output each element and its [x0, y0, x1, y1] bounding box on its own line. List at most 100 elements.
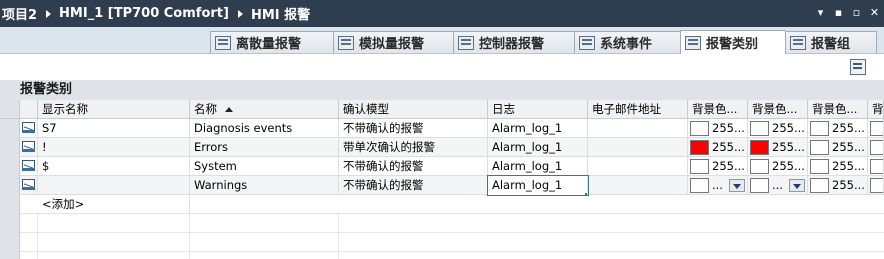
- header-corner[interactable]: [0, 100, 20, 119]
- system-event-icon: [579, 35, 595, 50]
- tab-label: 模拟量报警: [359, 37, 425, 52]
- color-value: 255...: [712, 140, 745, 154]
- tab-label: 离散量报警: [236, 37, 302, 52]
- tab-alarm-classes[interactable]: 报警类别: [680, 30, 786, 54]
- column-header-bg-color-4[interactable]: 背: [868, 100, 884, 119]
- breadcrumb-editor[interactable]: HMI 报警: [251, 4, 310, 23]
- column-divider: [189, 214, 190, 259]
- tab-strip: 离散量报警 模拟量报警 控制器报警 系统事件 报警类别 报警组: [0, 27, 884, 54]
- cell-bg-color-4[interactable]: [868, 119, 884, 138]
- table-row[interactable]: ! Errors 带单次确认的报警 Alarm_log_1 255... 255…: [0, 138, 884, 157]
- color-swatch: [810, 178, 829, 193]
- cell-email[interactable]: [588, 176, 688, 195]
- cell-ack-model[interactable]: 不带确认的报警: [339, 157, 488, 176]
- color-swatch: [750, 140, 769, 155]
- cell-log[interactable]: Alarm_log_1: [488, 138, 588, 157]
- cell-name[interactable]: System: [190, 157, 339, 176]
- table-row[interactable]: Warnings 不带确认的报警 Alarm_log_1 ... ... 255…: [0, 175, 884, 196]
- color-swatch: [870, 159, 883, 174]
- cell-bg-color-3[interactable]: 255...: [808, 176, 868, 195]
- cell-bg-color-3[interactable]: 255...: [808, 119, 868, 138]
- cell-bg-color-4[interactable]: [868, 176, 884, 195]
- sort-ascending-icon: [225, 107, 233, 112]
- cell-name[interactable]: Warnings: [190, 176, 339, 195]
- menu-down-icon[interactable]: ▾: [813, 5, 828, 20]
- cell-bg-color-1[interactable]: 255...: [688, 157, 748, 176]
- tab-controller-alarms[interactable]: 控制器报警: [453, 31, 575, 53]
- cell-log[interactable]: Alarm_log_1: [488, 157, 588, 176]
- table-settings-icon[interactable]: [850, 59, 866, 75]
- breadcrumb-project[interactable]: 项目2: [2, 4, 37, 23]
- cell-bg-color-3[interactable]: 255...: [808, 157, 868, 176]
- color-swatch: [870, 178, 883, 193]
- close-icon[interactable]: ✕: [867, 5, 882, 20]
- row-header[interactable]: [0, 119, 20, 138]
- cell-bg-color-2[interactable]: ...: [748, 176, 808, 195]
- row-header[interactable]: [0, 157, 20, 176]
- row-header[interactable]: [0, 195, 20, 214]
- row-header[interactable]: [0, 138, 20, 157]
- cell-email[interactable]: [588, 157, 688, 176]
- cell-log[interactable]: Alarm_log_1: [488, 119, 588, 138]
- cell-bg-color-1[interactable]: ...: [688, 176, 748, 195]
- minimize-icon[interactable]: ▪: [831, 5, 846, 20]
- row-header: [0, 233, 20, 252]
- cell-bg-color-1[interactable]: 255...: [688, 119, 748, 138]
- cell-display-name[interactable]: [38, 176, 190, 195]
- dropdown-arrow-icon[interactable]: [789, 179, 805, 192]
- row-icon-cell: [20, 176, 38, 195]
- alarm-group-icon: [790, 35, 806, 50]
- tab-analog-alarms[interactable]: 模拟量报警: [333, 31, 454, 53]
- column-header-bg-color-2[interactable]: 背景色...: [748, 100, 808, 119]
- column-header-ack-model[interactable]: 确认模型: [339, 100, 488, 119]
- cell-bg-color-4[interactable]: [868, 138, 884, 157]
- cell-ack-model[interactable]: 不带确认的报警: [339, 119, 488, 138]
- empty-row: [0, 233, 884, 252]
- breadcrumb-device[interactable]: HMI_1 [TP700 Comfort]: [59, 6, 229, 21]
- column-header-log[interactable]: 日志: [488, 100, 588, 119]
- cell-display-name[interactable]: !: [38, 138, 190, 157]
- alarm-class-icon: [22, 122, 35, 133]
- tab-label: 控制器报警: [479, 37, 545, 52]
- cell-display-name[interactable]: S7: [38, 119, 190, 138]
- cell-ack-model[interactable]: 不带确认的报警: [339, 176, 488, 195]
- cell-bg-color-4[interactable]: [868, 157, 884, 176]
- cell-display-name[interactable]: $: [38, 157, 190, 176]
- cell-bg-color-2[interactable]: 255...: [748, 119, 808, 138]
- cell-bg-color-1[interactable]: 255...: [688, 138, 748, 157]
- column-header-bg-color-1[interactable]: 背景色...: [688, 100, 748, 119]
- dropdown-arrow-icon[interactable]: [729, 179, 745, 192]
- color-value: 255...: [712, 159, 745, 173]
- table-row[interactable]: $ System 不带确认的报警 Alarm_log_1 255... 255.…: [0, 157, 884, 176]
- table-row[interactable]: S7 Diagnosis events 不带确认的报警 Alarm_log_1 …: [0, 119, 884, 138]
- cell-bg-color-3[interactable]: 255...: [808, 138, 868, 157]
- row-header[interactable]: [0, 176, 20, 195]
- tab-alarm-groups[interactable]: 报警组: [785, 31, 877, 53]
- tab-system-events[interactable]: 系统事件: [574, 31, 681, 53]
- row-icon-cell: [20, 157, 38, 176]
- row-icon-cell: [20, 119, 38, 138]
- cell-log-selected[interactable]: Alarm_log_1: [487, 175, 589, 196]
- color-swatch: [690, 140, 709, 155]
- color-swatch: [690, 178, 709, 193]
- empty-row: [0, 252, 884, 259]
- cell-email[interactable]: [588, 119, 688, 138]
- restore-icon[interactable]: ▫: [849, 5, 864, 20]
- cell-name[interactable]: Errors: [190, 138, 339, 157]
- tab-discrete-alarms[interactable]: 离散量报警: [210, 31, 334, 53]
- color-value: ...: [712, 178, 723, 192]
- cell-email[interactable]: [588, 138, 688, 157]
- column-header-display-name[interactable]: 显示名称: [38, 100, 190, 119]
- add-row[interactable]: <添加>: [0, 195, 884, 214]
- cell-bg-color-2[interactable]: 255...: [748, 138, 808, 157]
- color-swatch: [870, 140, 883, 155]
- cell-ack-model[interactable]: 带单次确认的报警: [339, 138, 488, 157]
- column-header-name[interactable]: 名称: [190, 100, 339, 119]
- add-new-item[interactable]: <添加>: [38, 195, 190, 214]
- controller-alarm-icon: [458, 35, 474, 50]
- column-header-email[interactable]: 电子邮件地址: [588, 100, 688, 119]
- cell-bg-color-2[interactable]: 255...: [748, 157, 808, 176]
- cell-name[interactable]: Diagnosis events: [190, 119, 339, 138]
- column-header-bg-color-3[interactable]: 背景色...: [808, 100, 868, 119]
- header-icon-column[interactable]: [20, 100, 38, 119]
